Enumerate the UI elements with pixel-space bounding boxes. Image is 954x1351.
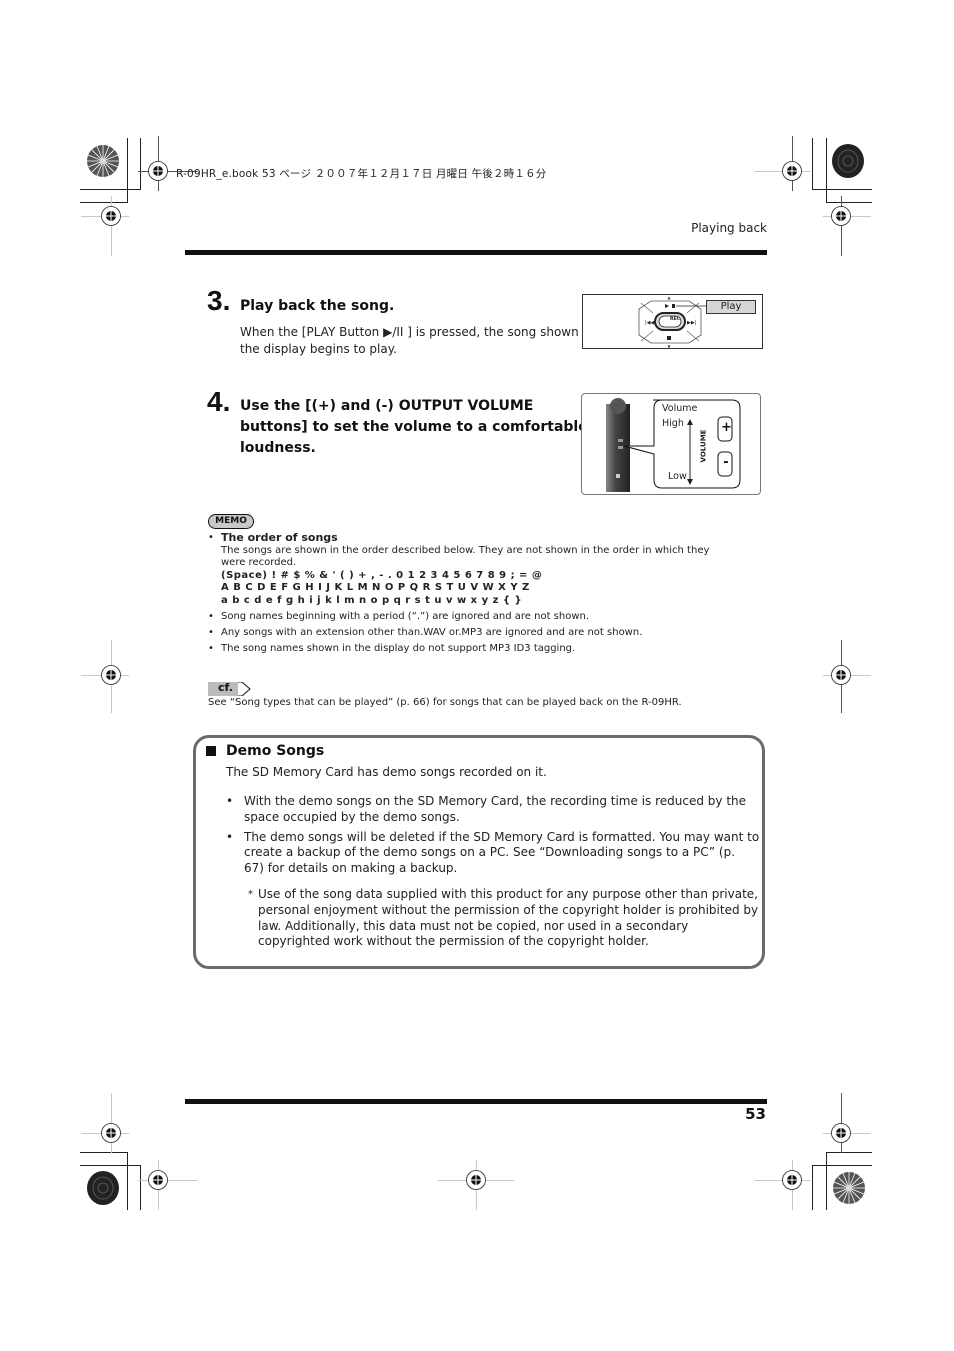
step-4-title-line: loudness. [240, 440, 316, 456]
header-rule [185, 250, 767, 255]
bullet-icon: • [226, 794, 234, 808]
registration-target-icon [831, 1123, 851, 1143]
bullet-icon: • [208, 532, 214, 543]
demo-bullet-item: • With the demo songs on the SD Memory C… [226, 794, 746, 826]
memo-badge: MEMO [208, 514, 254, 529]
step-4-title: Use the [(+) and (-) OUTPUT VOLUME butto… [240, 396, 588, 459]
char-order-row: A B C D E F G H I J K L M N O P Q R S T … [221, 582, 530, 593]
demo-songs-intro: The SD Memory Card has demo songs record… [226, 765, 547, 779]
registration-target-icon [782, 1170, 802, 1190]
file-header: R-09HR_e.book 53 ページ ２００７年１２月１７日 月曜日 午後２… [176, 168, 547, 180]
step-3-body-line: the display begins to play. [240, 342, 397, 356]
volume-plus-button: + [721, 420, 732, 435]
memo-item: • Any songs with an extension other than… [208, 627, 728, 640]
step-4-title-line: Use the [(+) and (-) OUTPUT VOLUME [240, 398, 534, 414]
color-target-icon [832, 144, 864, 178]
step-4-title-line: buttons] to set the volume to a comforta… [240, 419, 588, 435]
volume-label: Volume [662, 403, 698, 414]
registration-target-icon [782, 161, 802, 181]
demo-bullet-line: create a backup of the demo songs on a P… [244, 845, 736, 860]
registration-target-icon [148, 1170, 168, 1190]
bullet-icon: • [208, 627, 214, 638]
volume-vertical-label: VOLUME [699, 429, 708, 463]
registration-target-icon [831, 206, 851, 226]
color-target-icon [87, 145, 119, 177]
demo-bullet-line: 67) for details on making a backup. [244, 861, 458, 876]
copyright-note: * Use of the song data supplied with thi… [226, 887, 758, 950]
page-number: 53 [745, 1105, 766, 1123]
play-button-figure: |◀◀ ▶▶| ▲ ▼ REC Play [582, 294, 763, 349]
color-target-icon [87, 1171, 119, 1205]
volume-minus-button: - [723, 455, 729, 470]
volume-high-label: High [662, 418, 684, 429]
svg-text:▲: ▲ [667, 295, 671, 300]
rec-button-label: REC [670, 317, 680, 322]
char-order-row: a b c d e f g h i j k l m n o p q r s t … [221, 594, 523, 606]
registration-target-icon [831, 665, 851, 685]
volume-low-label: Low [668, 471, 687, 482]
memo-item: • The song names shown in the display do… [208, 643, 728, 656]
demo-bullet-line: The demo songs will be deleted if the SD… [244, 829, 760, 844]
square-bullet-icon [206, 746, 216, 756]
memo-item-line: were recorded. [221, 557, 297, 568]
memo-item-text: The song names shown in the display do n… [221, 643, 576, 654]
registration-target-icon [101, 665, 121, 685]
svg-text:▼: ▼ [667, 344, 671, 348]
copyright-note-line: Use of the song data supplied with this … [258, 886, 758, 901]
copyright-note-line: copyrighted work without the permission … [258, 934, 649, 949]
registration-target-icon [101, 1123, 121, 1143]
svg-text:|◀◀: |◀◀ [645, 320, 655, 326]
asterisk-mark: * [248, 888, 253, 900]
demo-songs-title: Demo Songs [226, 743, 325, 759]
memo-item-text: Any songs with an extension other than.W… [221, 627, 643, 638]
demo-songs-bullets: • With the demo songs on the SD Memory C… [226, 794, 759, 950]
demo-bullet-item: • The demo songs will be deleted if the … [226, 829, 759, 877]
cf-reference-text: See “Song types that can be played” (p. … [208, 697, 682, 708]
memo-item: • Song names beginning with a period (“.… [208, 611, 728, 624]
memo-list: • The order of songs The songs are shown… [208, 531, 728, 656]
memo-item: • The order of songs The songs are shown… [208, 531, 728, 607]
registration-target-icon [148, 161, 168, 181]
step-3-number: 3. [207, 285, 231, 316]
volume-figure: Volume High Low VOLUME + - [581, 393, 761, 495]
bullet-icon: • [208, 643, 214, 654]
running-head: Playing back [691, 221, 767, 235]
footer-rule [185, 1099, 767, 1104]
step-4-number: 4. [207, 386, 231, 417]
svg-text:▶▶|: ▶▶| [687, 320, 697, 326]
bullet-icon: • [208, 611, 214, 622]
step-3-title: Play back the song. [240, 298, 395, 314]
demo-bullet-line: space occupied by the demo songs. [244, 809, 460, 824]
copyright-note-line: personal enjoyment without the permissio… [258, 902, 759, 917]
step-3-body: When the [PLAY Button ▶/II ] is pressed,… [240, 324, 593, 358]
step-3-body-line: When the [PLAY Button ▶/II ] is pressed,… [240, 325, 594, 339]
char-order-row: (Space) ! # $ % & ' ( ) + , - . 0 1 2 3 … [221, 569, 543, 581]
bullet-icon: • [226, 829, 234, 844]
registration-target-icon [101, 206, 121, 226]
color-target-icon [833, 1172, 865, 1204]
memo-item-text: Song names beginning with a period (“.”)… [221, 611, 590, 622]
registration-target-icon [466, 1170, 486, 1190]
copyright-note-line: law. Additionally, this data must not be… [258, 918, 689, 933]
play-callout-label: Play [706, 300, 756, 314]
cf-label: cf. [218, 681, 233, 694]
demo-bullet-line: With the demo songs on the SD Memory Car… [244, 794, 747, 808]
memo-item-line: The songs are shown in the order describ… [221, 544, 710, 556]
memo-item-heading: The order of songs [221, 531, 338, 544]
demo-songs-heading: Demo Songs [206, 743, 324, 759]
